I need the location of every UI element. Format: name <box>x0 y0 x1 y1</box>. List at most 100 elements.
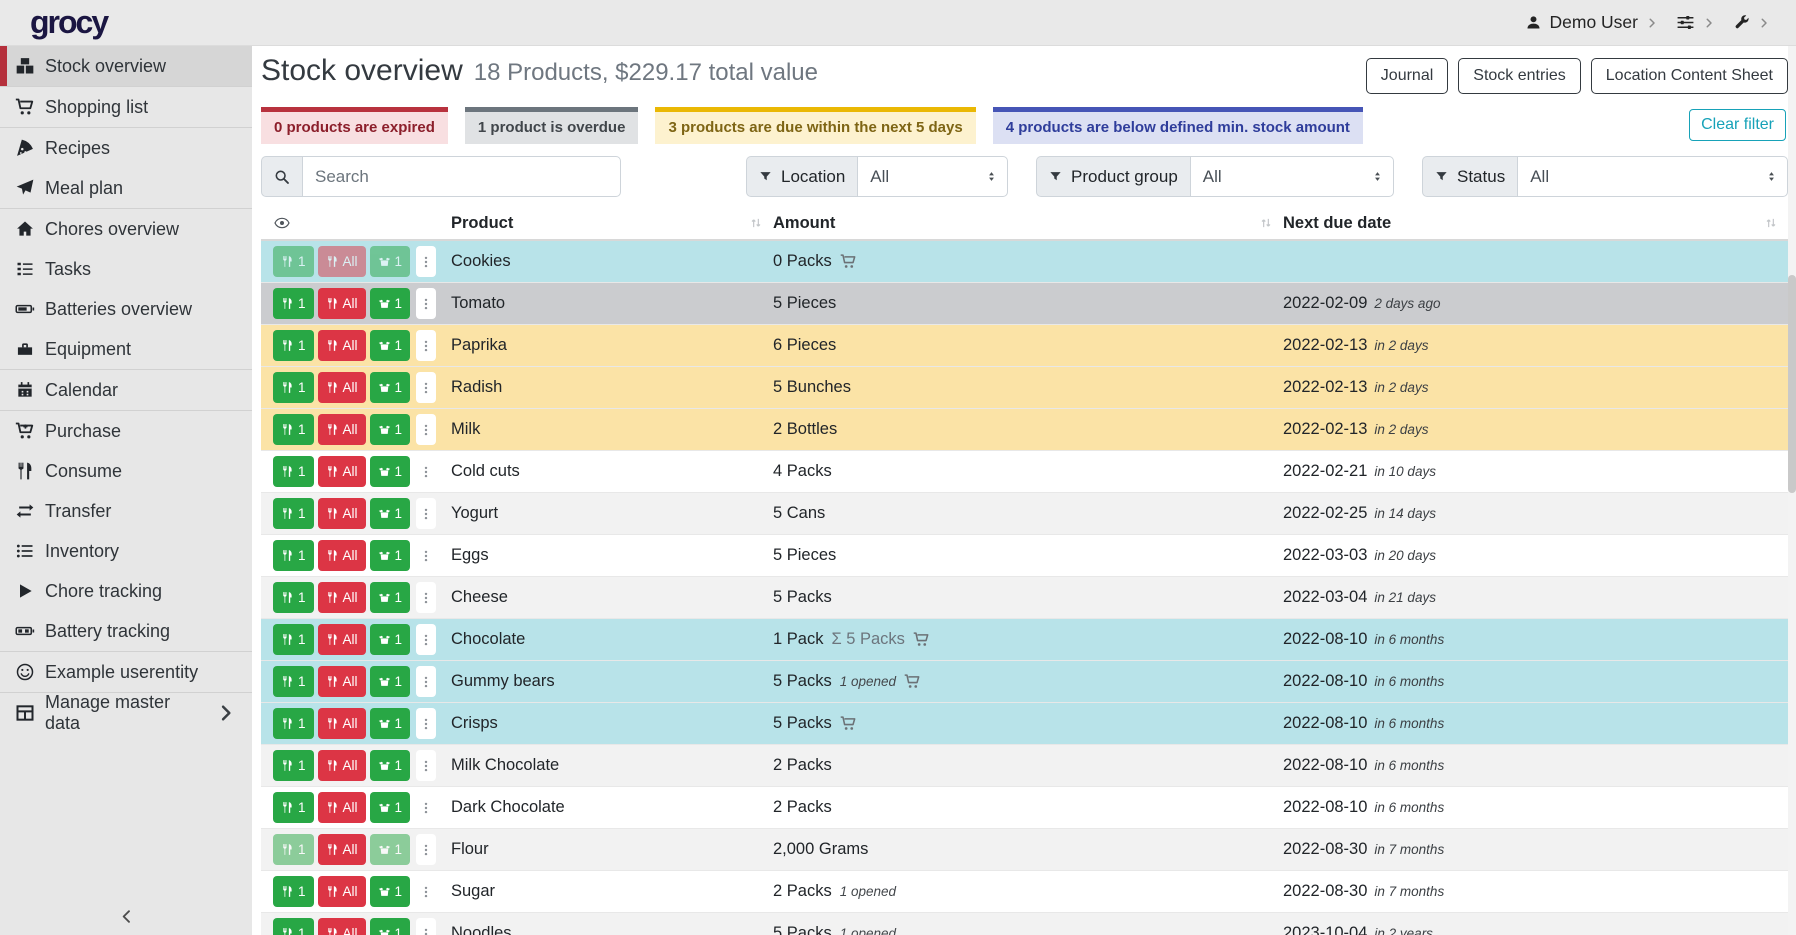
stock-entries-button[interactable]: Stock entries <box>1458 58 1580 94</box>
status-select[interactable]: All <box>1517 156 1788 197</box>
sidebar-item-stock-overview[interactable]: Stock overview <box>0 46 252 86</box>
sidebar-item-purchase[interactable]: Purchase <box>0 411 252 451</box>
admin-menu[interactable] <box>1733 14 1770 31</box>
consume-all-button[interactable]: All <box>318 624 366 655</box>
row-menu-button[interactable] <box>416 876 436 907</box>
sidebar-item-consume[interactable]: Consume <box>0 451 252 491</box>
sidebar-item-transfer[interactable]: Transfer <box>0 491 252 531</box>
consume-one-button[interactable]: 1 <box>273 582 314 613</box>
user-menu[interactable]: Demo User <box>1525 12 1659 33</box>
consume-one-button[interactable]: 1 <box>273 624 314 655</box>
banner-expired[interactable]: 0 products are expired <box>261 107 448 144</box>
row-menu-button[interactable] <box>416 414 436 445</box>
consume-all-button[interactable]: All <box>318 834 366 865</box>
consume-all-button[interactable]: All <box>318 372 366 403</box>
consume-one-button[interactable]: 1 <box>273 414 314 445</box>
consume-one-button[interactable]: 1 <box>273 372 314 403</box>
row-menu-button[interactable] <box>416 792 436 823</box>
consume-all-button[interactable]: All <box>318 582 366 613</box>
open-one-button[interactable]: 1 <box>370 750 411 781</box>
consume-all-button[interactable]: All <box>318 708 366 739</box>
sidebar-item-chore-tracking[interactable]: Chore tracking <box>0 571 252 611</box>
open-one-button[interactable]: 1 <box>370 456 411 487</box>
sidebar-item-calendar[interactable]: Calendar <box>0 370 252 410</box>
sidebar-item-recipes[interactable]: Recipes <box>0 128 252 168</box>
open-one-button[interactable]: 1 <box>370 246 411 277</box>
search-input[interactable] <box>302 156 621 197</box>
consume-all-button[interactable]: All <box>318 246 366 277</box>
row-menu-button[interactable] <box>416 246 436 277</box>
consume-one-button[interactable]: 1 <box>273 708 314 739</box>
sidebar-item-battery-tracking[interactable]: Battery tracking <box>0 611 252 651</box>
open-one-button[interactable]: 1 <box>370 792 411 823</box>
row-menu-button[interactable] <box>416 540 436 571</box>
consume-one-button[interactable]: 1 <box>273 246 314 277</box>
consume-all-button[interactable]: All <box>318 792 366 823</box>
scrollbar-thumb[interactable] <box>1788 275 1796 493</box>
clear-filter-button[interactable]: Clear filter <box>1689 109 1786 141</box>
consume-one-button[interactable]: 1 <box>273 918 314 935</box>
consume-one-button[interactable]: 1 <box>273 456 314 487</box>
row-menu-button[interactable] <box>416 288 436 319</box>
sidebar-item-example-userentity[interactable]: Example userentity <box>0 652 252 692</box>
sidebar-item-tasks[interactable]: Tasks <box>0 249 252 289</box>
open-one-button[interactable]: 1 <box>370 330 411 361</box>
consume-one-button[interactable]: 1 <box>273 330 314 361</box>
row-menu-button[interactable] <box>416 582 436 613</box>
row-menu-button[interactable] <box>416 372 436 403</box>
open-one-button[interactable]: 1 <box>370 498 411 529</box>
open-one-button[interactable]: 1 <box>370 708 411 739</box>
consume-one-button[interactable]: 1 <box>273 750 314 781</box>
column-header-product[interactable]: Product <box>451 207 773 239</box>
product-group-select[interactable]: All <box>1190 156 1394 197</box>
consume-one-button[interactable]: 1 <box>273 792 314 823</box>
open-one-button[interactable]: 1 <box>370 582 411 613</box>
row-menu-button[interactable] <box>416 918 436 935</box>
location-select[interactable]: All <box>857 156 1008 197</box>
consume-all-button[interactable]: All <box>318 456 366 487</box>
visibility-column-header[interactable] <box>261 207 451 239</box>
consume-all-button[interactable]: All <box>318 540 366 571</box>
open-one-button[interactable]: 1 <box>370 876 411 907</box>
row-menu-button[interactable] <box>416 834 436 865</box>
open-one-button[interactable]: 1 <box>370 540 411 571</box>
sidebar-item-chores-overview[interactable]: Chores overview <box>0 209 252 249</box>
consume-one-button[interactable]: 1 <box>273 876 314 907</box>
open-one-button[interactable]: 1 <box>370 834 411 865</box>
sidebar-item-inventory[interactable]: Inventory <box>0 531 252 571</box>
banner-overdue[interactable]: 1 product is overdue <box>465 107 639 144</box>
consume-all-button[interactable]: All <box>318 918 366 935</box>
open-one-button[interactable]: 1 <box>370 288 411 319</box>
consume-one-button[interactable]: 1 <box>273 288 314 319</box>
open-one-button[interactable]: 1 <box>370 414 411 445</box>
location-content-sheet-button[interactable]: Location Content Sheet <box>1591 58 1788 94</box>
consume-all-button[interactable]: All <box>318 288 366 319</box>
row-menu-button[interactable] <box>416 750 436 781</box>
banner-duesoon[interactable]: 3 products are due within the next 5 day… <box>655 107 975 144</box>
settings-menu[interactable] <box>1676 13 1715 32</box>
row-menu-button[interactable] <box>416 330 436 361</box>
consume-all-button[interactable]: All <box>318 750 366 781</box>
row-menu-button[interactable] <box>416 456 436 487</box>
consume-all-button[interactable]: All <box>318 876 366 907</box>
consume-all-button[interactable]: All <box>318 666 366 697</box>
open-one-button[interactable]: 1 <box>370 624 411 655</box>
sidebar-item-shopping-list[interactable]: Shopping list <box>0 87 252 127</box>
consume-all-button[interactable]: All <box>318 414 366 445</box>
consume-one-button[interactable]: 1 <box>273 834 314 865</box>
row-menu-button[interactable] <box>416 624 436 655</box>
consume-all-button[interactable]: All <box>318 330 366 361</box>
sidebar-item-equipment[interactable]: Equipment <box>0 329 252 369</box>
banner-belowmin[interactable]: 4 products are below defined min. stock … <box>993 107 1363 144</box>
row-menu-button[interactable] <box>416 666 436 697</box>
consume-one-button[interactable]: 1 <box>273 498 314 529</box>
column-header-next-due-date[interactable]: Next due date <box>1283 207 1788 239</box>
column-header-amount[interactable]: Amount <box>773 207 1283 239</box>
open-one-button[interactable]: 1 <box>370 666 411 697</box>
open-one-button[interactable]: 1 <box>370 372 411 403</box>
row-menu-button[interactable] <box>416 498 436 529</box>
consume-one-button[interactable]: 1 <box>273 540 314 571</box>
open-one-button[interactable]: 1 <box>370 918 411 935</box>
consume-all-button[interactable]: All <box>318 498 366 529</box>
row-menu-button[interactable] <box>416 708 436 739</box>
